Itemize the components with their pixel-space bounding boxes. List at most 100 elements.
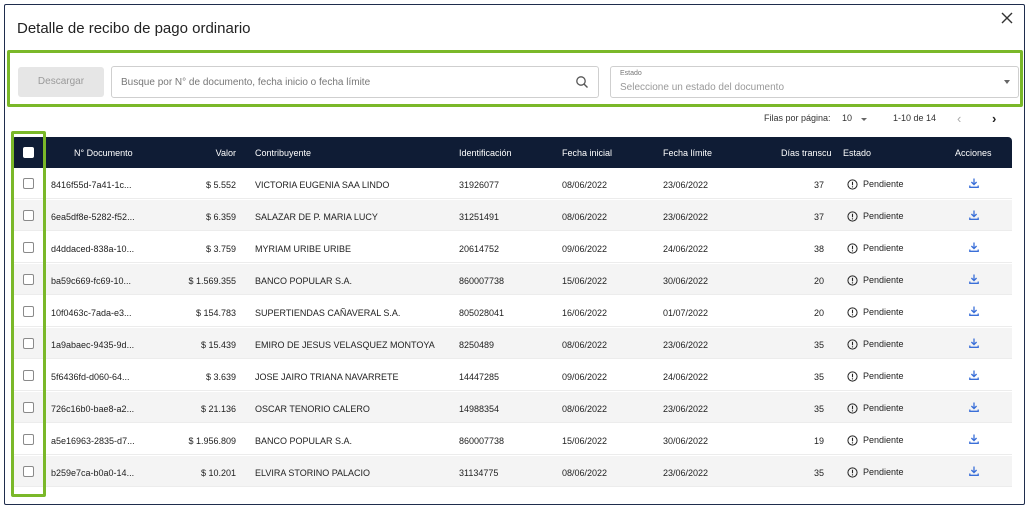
cell-identificacion: 31251491 <box>459 212 500 222</box>
dialog-title: Detalle de recibo de pago ordinario <box>17 20 251 37</box>
download-icon[interactable] <box>968 177 980 189</box>
search-field[interactable] <box>111 66 599 98</box>
cell-fecha-limite: 30/06/2022 <box>663 436 709 446</box>
download-icon[interactable] <box>968 337 980 349</box>
status-badge: Pendiente <box>847 209 904 223</box>
cell-documento: ba59c669-fc69-10... <box>51 276 132 286</box>
cell-identificacion: 31926077 <box>459 180 500 190</box>
chevron-down-icon[interactable] <box>1004 80 1010 84</box>
estado-select[interactable]: Estado Seleccione un estado del document… <box>610 66 1019 98</box>
rows-per-page-select[interactable]: 10 <box>842 113 852 123</box>
chevron-down-icon[interactable] <box>861 118 867 121</box>
next-page-button[interactable]: › <box>992 111 996 126</box>
download-icon[interactable] <box>968 305 980 317</box>
alert-circle-icon <box>847 306 858 318</box>
cell-contribuyente: MYRIAM URIBE URIBE <box>255 244 352 254</box>
cell-valor: $ 21.136 <box>200 404 236 414</box>
download-icon[interactable] <box>968 273 980 285</box>
table-row[interactable]: 10f0463c-7ada-e3... $ 154.783 SUPERTIENDAS… <box>11 296 1012 327</box>
header-fecha-inicial[interactable]: Fecha inicial <box>562 148 612 158</box>
cell-fecha-inicial: 15/06/2022 <box>562 436 608 446</box>
row-checkbox[interactable] <box>23 178 34 189</box>
cell-fecha-limite: 23/06/2022 <box>663 212 709 222</box>
header-fecha-limite[interactable]: Fecha límite <box>663 148 712 158</box>
header-acciones: Acciones <box>955 148 992 158</box>
table-row[interactable]: ba59c669-fc69-10... $ 1.569.355 BANCO POPU… <box>11 264 1012 295</box>
status-label: Pendiente <box>863 339 904 349</box>
row-checkbox[interactable] <box>23 466 34 477</box>
cell-fecha-limite: 23/06/2022 <box>663 404 709 414</box>
header-identificacion[interactable]: Identificación <box>459 148 512 158</box>
table-row[interactable]: 5f6436fd-d060-64... $ 3.639 JOSE JAIRO TRI… <box>11 360 1012 391</box>
table-row[interactable]: 1a9abaec-9435-9d... $ 15.439 EMIRO DE JESU… <box>11 328 1012 359</box>
header-valor[interactable]: Valor <box>181 148 236 158</box>
row-checkbox[interactable] <box>23 338 34 349</box>
download-icon[interactable] <box>968 369 980 381</box>
row-checkbox[interactable] <box>23 402 34 413</box>
row-checkbox[interactable] <box>23 370 34 381</box>
table-row[interactable]: 6ea5df8e-5282-f52... $ 6.359 SALAZAR DE P.… <box>11 200 1012 231</box>
cell-contribuyente: ELVIRA STORINO PALACIO <box>255 468 371 478</box>
close-icon[interactable] <box>1000 11 1014 25</box>
cell-valor: $ 154.783 <box>195 308 236 318</box>
cell-fecha-inicial: 15/06/2022 <box>562 276 608 286</box>
cell-documento: 5f6436fd-d060-64... <box>51 372 130 382</box>
row-checkbox[interactable] <box>23 274 34 285</box>
table-row[interactable]: 8416f55d-7a41-1c... $ 5.552 VICTORIA EUGEN… <box>11 168 1012 199</box>
row-checkbox[interactable] <box>23 210 34 221</box>
download-icon[interactable] <box>968 241 980 253</box>
cell-dias: 20 <box>813 308 824 318</box>
table-row[interactable]: 726c16b0-bae8-a2... $ 21.136 OSCAR TENORIO… <box>11 392 1012 423</box>
cell-contribuyente: JOSE JAIRO TRIANA NAVARRETE <box>255 372 399 382</box>
cell-valor: $ 1.956.809 <box>188 436 236 446</box>
cell-contribuyente: OSCAR TENORIO CALERO <box>255 404 370 414</box>
table-row[interactable]: b259e7ca-b0a0-14... $ 10.201 ELVIRA STORIN… <box>11 456 1012 487</box>
status-badge: Pendiente <box>847 241 904 255</box>
download-icon[interactable] <box>968 433 980 445</box>
cell-fecha-limite: 23/06/2022 <box>663 340 709 350</box>
cell-valor: $ 10.201 <box>200 468 236 478</box>
cell-fecha-limite: 30/06/2022 <box>663 276 709 286</box>
alert-circle-icon <box>847 370 858 382</box>
download-icon[interactable] <box>968 209 980 221</box>
header-contribuyente[interactable]: Contribuyente <box>255 148 311 158</box>
pagination-range: 1-10 de 14 <box>893 113 937 123</box>
download-icon[interactable] <box>968 401 980 413</box>
header-documento[interactable]: N° Documento <box>74 148 133 158</box>
table-header: N° Documento Valor Contribuyente Identif… <box>11 137 1012 168</box>
cell-valor: $ 1.569.355 <box>188 276 236 286</box>
header-estado[interactable]: Estado <box>843 148 871 158</box>
row-checkbox[interactable] <box>23 434 34 445</box>
row-checkbox[interactable] <box>23 242 34 253</box>
cell-fecha-limite: 23/06/2022 <box>663 180 709 190</box>
cell-fecha-inicial: 09/06/2022 <box>562 372 608 382</box>
previous-page-button[interactable]: ‹ <box>957 111 961 126</box>
cell-valor: $ 3.639 <box>205 372 236 382</box>
row-checkbox[interactable] <box>23 306 34 317</box>
header-dias[interactable]: Días transcu <box>781 148 832 158</box>
status-label: Pendiente <box>863 243 904 253</box>
status-badge: Pendiente <box>847 305 904 319</box>
status-label: Pendiente <box>863 179 904 189</box>
cell-documento: d4ddaced-838a-10... <box>51 244 135 254</box>
cell-dias: 35 <box>813 404 824 414</box>
table-row[interactable]: a5e16963-2835-d7... $ 1.956.809 BANCO POPU… <box>11 424 1012 455</box>
cell-documento: b259e7ca-b0a0-14... <box>51 468 135 478</box>
search-input[interactable] <box>121 73 561 91</box>
cell-identificacion: 860007738 <box>459 436 505 446</box>
download-icon[interactable] <box>968 465 980 477</box>
table-row[interactable]: d4ddaced-838a-10... $ 3.759 MYRIAM URIBE U… <box>11 232 1012 263</box>
select-all-checkbox[interactable] <box>23 147 34 158</box>
cell-contribuyente: SUPERTIENDAS CAÑAVERAL S.A. <box>255 308 401 318</box>
status-label: Pendiente <box>863 371 904 381</box>
estado-select-placeholder: Seleccione un estado del documento <box>620 82 785 93</box>
cell-identificacion: 805028041 <box>459 308 505 318</box>
alert-circle-icon <box>847 274 858 286</box>
cell-identificacion: 20614752 <box>459 244 500 254</box>
search-icon[interactable] <box>575 75 589 89</box>
alert-circle-icon <box>847 242 858 254</box>
download-button[interactable]: Descargar <box>18 67 104 97</box>
status-label: Pendiente <box>863 467 904 477</box>
status-badge: Pendiente <box>847 401 904 415</box>
status-badge: Pendiente <box>847 273 904 287</box>
